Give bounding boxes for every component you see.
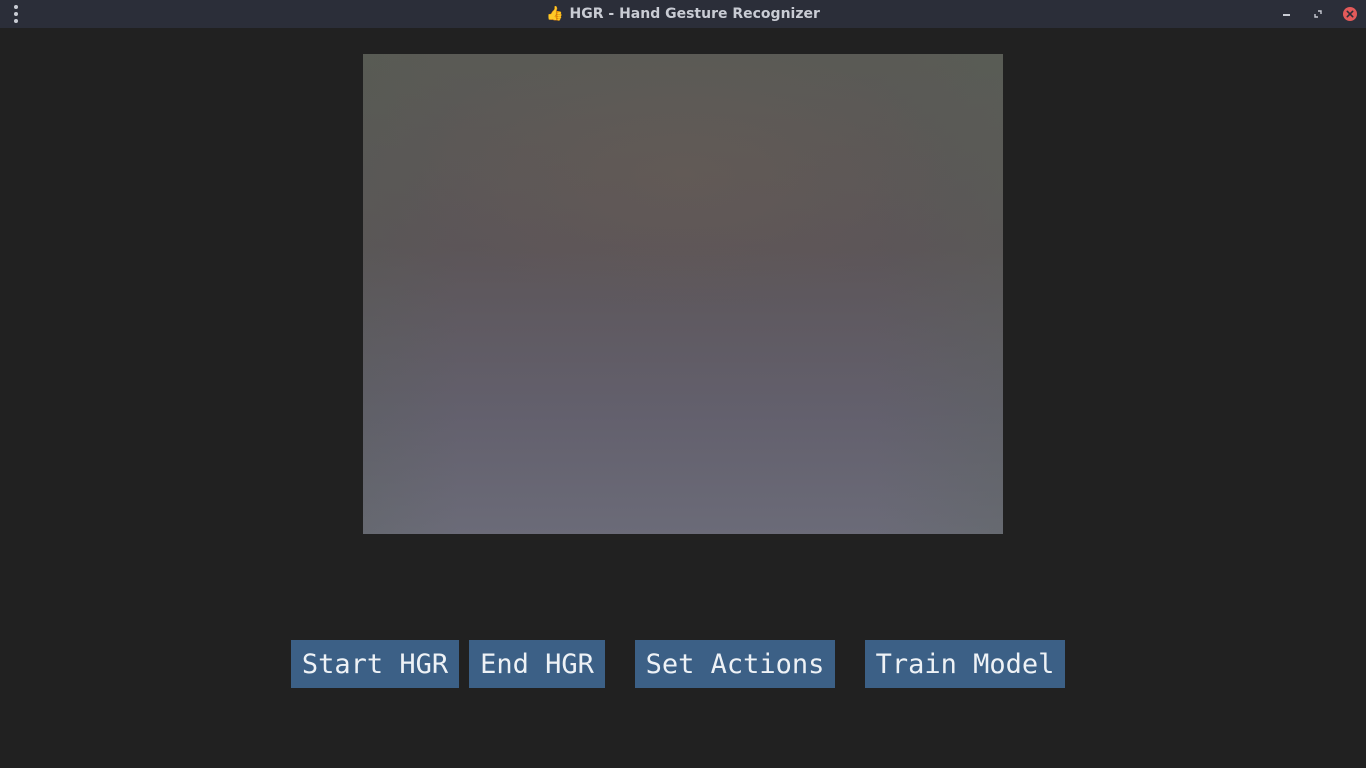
minimize-icon: [1282, 14, 1290, 16]
start-hgr-button[interactable]: Start HGR: [291, 640, 459, 688]
train-model-button[interactable]: Train Model: [865, 640, 1065, 688]
close-icon: [1343, 7, 1357, 21]
window-title-text: HGR - Hand Gesture Recognizer: [569, 6, 820, 22]
title-bar: 👍 HGR - Hand Gesture Recognizer: [0, 0, 1366, 28]
close-button[interactable]: [1342, 6, 1358, 22]
camera-feed: [363, 54, 1003, 534]
minimize-button[interactable]: [1278, 6, 1294, 22]
window-title: 👍 HGR - Hand Gesture Recognizer: [0, 0, 1366, 28]
restore-icon: [1314, 10, 1322, 18]
end-hgr-button[interactable]: End HGR: [469, 640, 605, 688]
thumbs-up-icon: 👍: [546, 6, 564, 22]
set-actions-button[interactable]: Set Actions: [635, 640, 835, 688]
restore-button[interactable]: [1310, 6, 1326, 22]
